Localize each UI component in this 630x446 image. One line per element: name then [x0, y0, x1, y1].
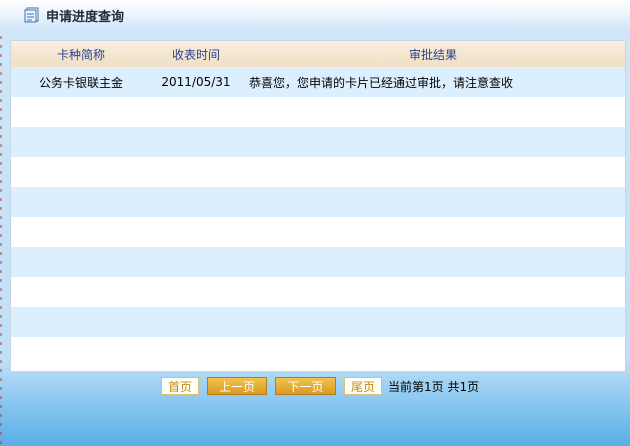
- title-bar: 申请进度查询: [0, 0, 630, 30]
- cell-approval-result: 恭喜您，您申请的卡片已经通过审批，请注意查收: [249, 75, 514, 90]
- cell-card-type: 公务卡银联主金: [38, 75, 123, 90]
- table-header: 卡种简称 收表时间 审批结果: [11, 41, 625, 67]
- first-page-button[interactable]: 首页: [161, 377, 199, 395]
- table-row: 公务卡银联主金 2011/05/31 恭喜您，您申请的卡片已经通过审批，请注意查…: [11, 67, 625, 97]
- cell-received-date: 2011/05/31: [161, 75, 231, 89]
- table-row: [11, 97, 625, 127]
- previous-page-button[interactable]: 上一页: [207, 377, 267, 395]
- column-header-card-type: 卡种简称: [56, 47, 105, 62]
- document-icon: [24, 7, 40, 23]
- table-row: [11, 307, 625, 337]
- table-row: [11, 187, 625, 217]
- last-page-button[interactable]: 尾页: [344, 377, 382, 395]
- column-header-approval-result: 审批结果: [408, 47, 457, 62]
- table-row: [11, 337, 625, 367]
- table-row: [11, 247, 625, 277]
- table-row: [11, 127, 625, 157]
- pagination-bar: 首页 上一页 下一页 尾页 当前第1页 共1页: [0, 374, 630, 398]
- next-page-button[interactable]: 下一页: [275, 377, 336, 395]
- page-status: 当前第1页 共1页: [388, 379, 480, 394]
- table-row: [11, 217, 625, 247]
- table-row: [11, 157, 625, 187]
- table-row: [11, 277, 625, 307]
- page-title: 申请进度查询: [46, 9, 125, 25]
- table-body: 公务卡银联主金 2011/05/31 恭喜您，您申请的卡片已经通过审批，请注意查…: [11, 67, 625, 367]
- column-header-received-date: 收表时间: [171, 47, 220, 62]
- results-table: 卡种简称 收表时间 审批结果 公务卡银联主金 2011/05/31 恭喜您，您申…: [10, 40, 626, 372]
